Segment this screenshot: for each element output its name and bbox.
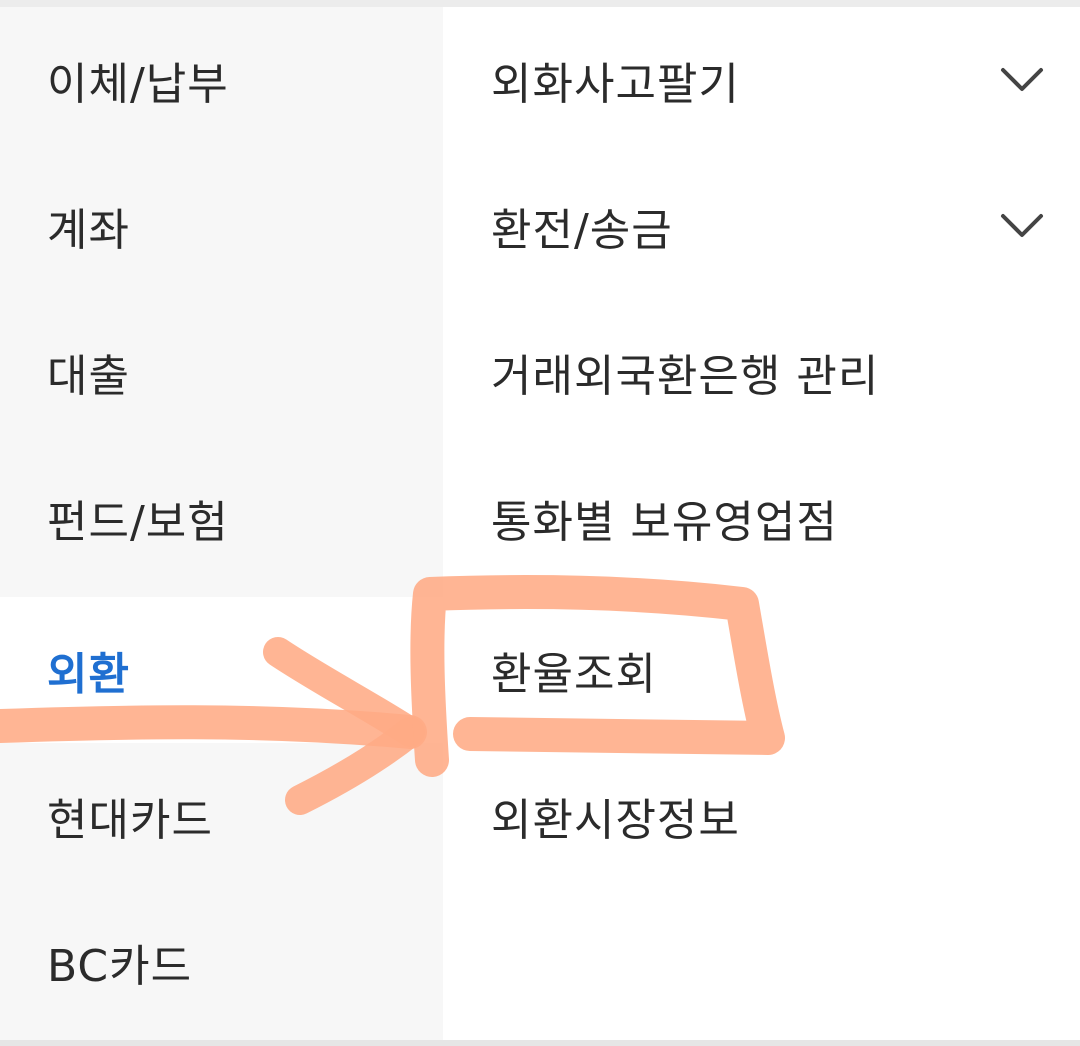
submenu-item-exchange-rate-inquiry[interactable]: 환율조회 <box>443 597 1080 743</box>
top-divider <box>0 0 1080 7</box>
category-label: 현대카드 <box>47 795 213 846</box>
category-loan[interactable]: 대출 <box>0 299 443 445</box>
category-hyundai-card[interactable]: 현대카드 <box>0 743 443 889</box>
category-fund-insurance[interactable]: 펀드/보험 <box>0 445 443 591</box>
submenu-label: 통화별 보유영업점 <box>491 497 838 548</box>
submenu-item-fx-market-info[interactable]: 외환시장정보 <box>443 743 1080 889</box>
submenu-panel: 외화사고팔기 환전/송금 거래외국환은행 관리 통화별 보유영업점 환율조회 외… <box>443 7 1080 1040</box>
category-account[interactable]: 계좌 <box>0 153 443 299</box>
bottom-divider <box>0 1040 1080 1046</box>
submenu-label: 환전/송금 <box>491 205 673 256</box>
submenu-label: 환율조회 <box>491 649 657 700</box>
category-label: 이체/납부 <box>47 59 229 110</box>
category-bc-card[interactable]: BC카드 <box>0 889 443 1035</box>
category-sidebar: 이체/납부 계좌 대출 펀드/보험 외환 현대카드 BC카드 <box>0 7 443 1040</box>
category-transfer-payment[interactable]: 이체/납부 <box>0 7 443 153</box>
category-foreign-exchange[interactable]: 외환 <box>0 597 443 743</box>
chevron-down-icon[interactable] <box>1000 212 1044 240</box>
submenu-label: 외화사고팔기 <box>491 59 740 110</box>
submenu-item-buy-sell-currency[interactable]: 외화사고팔기 <box>443 7 1080 153</box>
submenu-item-fx-bank-management[interactable]: 거래외국환은행 관리 <box>443 299 1080 445</box>
submenu-item-exchange-remittance[interactable]: 환전/송금 <box>443 153 1080 299</box>
chevron-down-icon[interactable] <box>1000 66 1044 94</box>
category-label: 계좌 <box>47 205 130 256</box>
submenu-label: 외환시장정보 <box>491 795 740 846</box>
category-label: 대출 <box>47 351 130 402</box>
category-label: BC카드 <box>47 941 193 992</box>
category-label: 외환 <box>47 649 130 700</box>
category-label: 펀드/보험 <box>47 497 229 548</box>
submenu-item-branches-by-currency[interactable]: 통화별 보유영업점 <box>443 445 1080 591</box>
submenu-label: 거래외국환은행 관리 <box>491 351 880 402</box>
